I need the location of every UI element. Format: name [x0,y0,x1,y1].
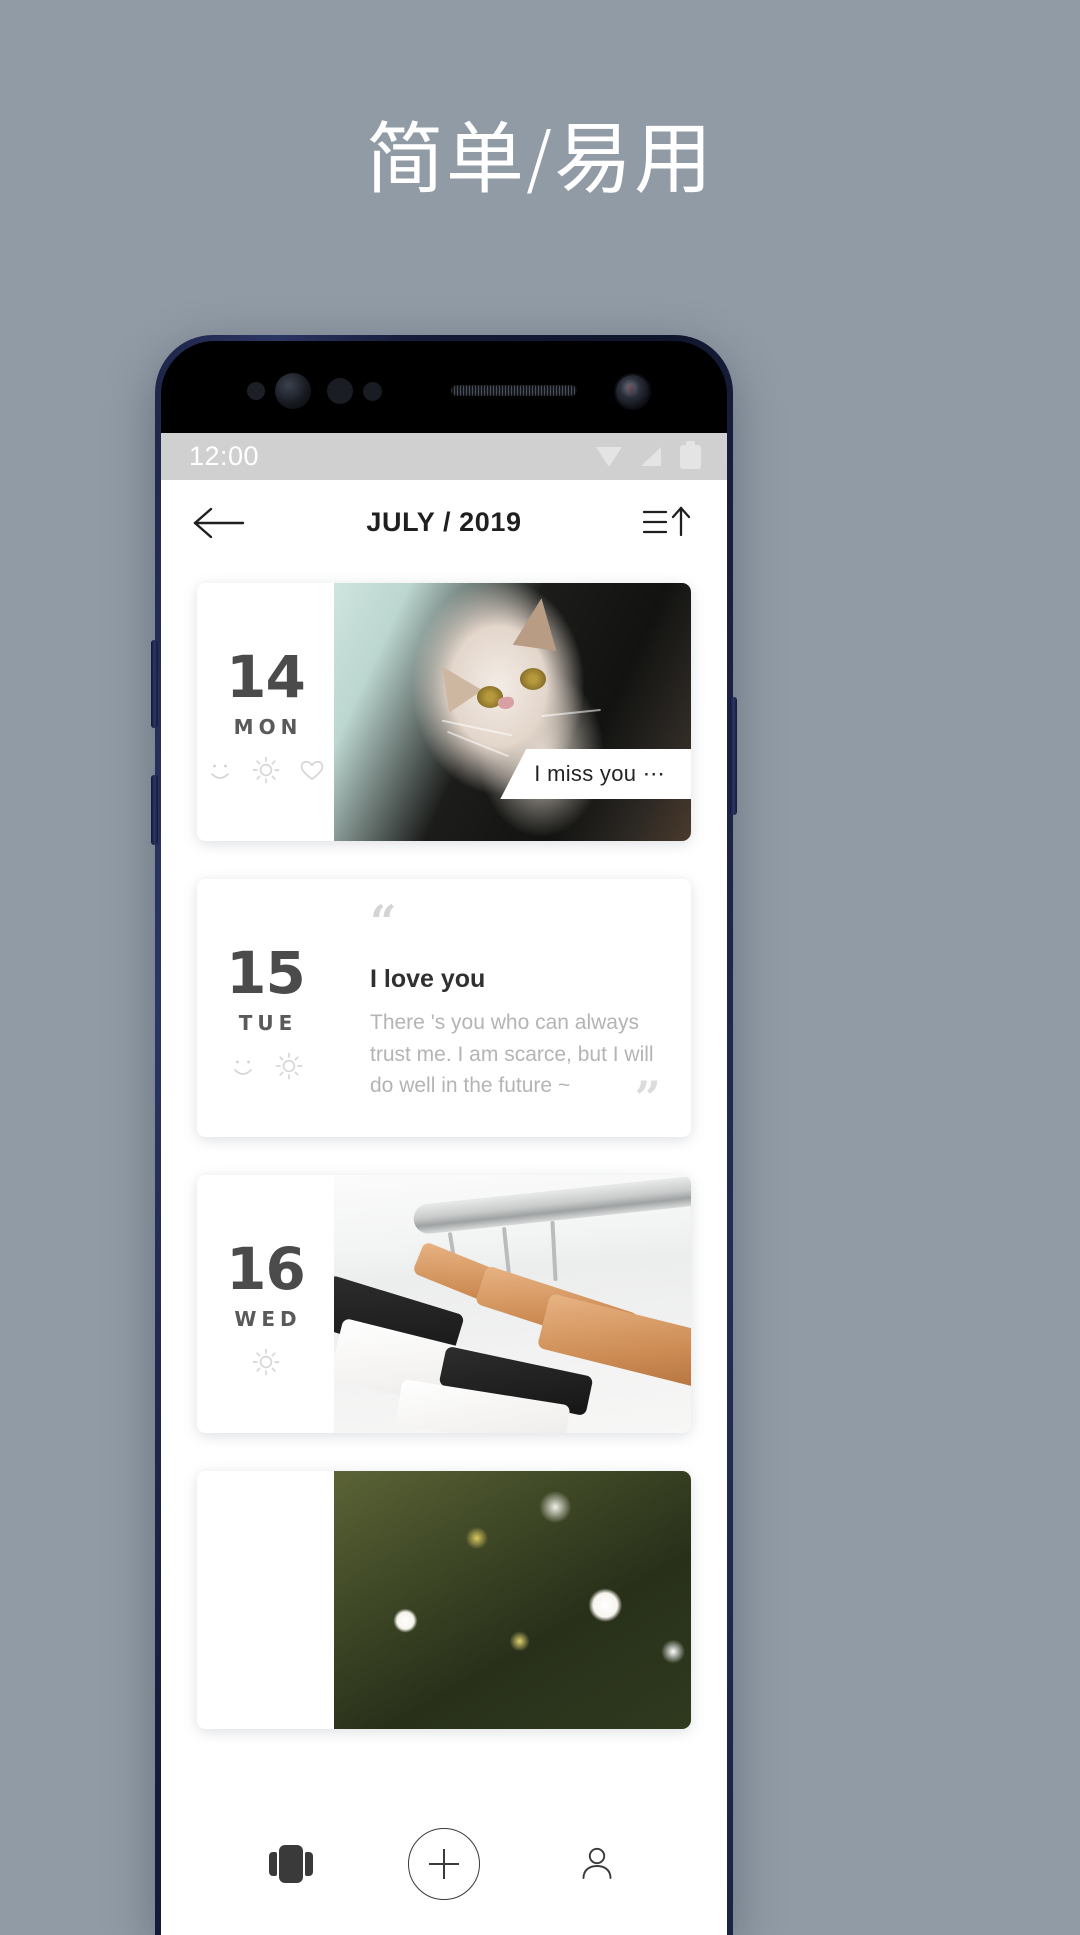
quote-title: I love you [370,964,486,993]
cat-eye-right-shape [519,668,546,691]
cat-whisker-shape [446,730,509,758]
entry-date-panel: 16 WED [197,1175,334,1433]
entry-media-quote[interactable]: “ I love you There 's you who can always… [334,879,691,1137]
proximity-sensor-icon [247,382,265,400]
entry-weekday: WED [234,1307,302,1332]
signal-icon [641,447,661,466]
entry-mood-row [197,1051,334,1081]
volume-down-button[interactable] [151,775,158,845]
front-camera-icon [616,375,649,408]
smiley-icon[interactable] [205,755,235,785]
hanger-hook-shape [550,1221,558,1282]
led-indicator-icon [363,382,382,401]
sort-ascending-icon[interactable] [641,501,693,545]
diary-entry-card[interactable] [197,1471,691,1729]
promo-headline: 简单/易用 [365,115,715,205]
diary-entry-card[interactable]: 16 WED [197,1175,691,1433]
earpiece-speaker-icon [451,385,577,396]
entry-media-photo[interactable]: I miss you ⋯ [334,583,691,841]
entry-photo-caption: I miss you ⋯ [500,749,691,799]
person-icon [582,1847,612,1879]
volume-up-button[interactable] [151,640,158,728]
phone-top-bezel [161,341,727,433]
entry-mood-row [197,1347,334,1377]
cat-photo [334,583,691,841]
phone-device-frame: 12:00 JULY / 2019 14 MON I miss you ⋯ 15… [151,335,737,1935]
sun-icon[interactable] [251,755,281,785]
bottom-navigation-bar [161,1807,727,1935]
phone-screen: 12:00 JULY / 2019 14 MON I miss you ⋯ 15… [161,433,727,1935]
entry-media-photo[interactable] [334,1471,691,1729]
quote-block: “ I love you There 's you who can always… [334,879,691,1137]
entry-date-panel: 14 MON [197,583,334,841]
wifi-icon [596,446,622,467]
app-header: JULY / 2019 [161,480,727,565]
nav-add-entry-button[interactable] [408,1828,480,1900]
entry-media-photo[interactable] [334,1175,691,1433]
entry-day-number: 14 [226,643,306,711]
back-arrow-icon[interactable] [191,503,249,543]
entry-day-number: 15 [226,939,306,1007]
cat-ear-right-shape [512,595,564,652]
phone-screen-bezel: 12:00 JULY / 2019 14 MON I miss you ⋯ 15… [161,341,727,1935]
light-sensor-icon [327,378,353,404]
entry-day-number: 16 [226,1235,306,1303]
heart-icon[interactable] [297,755,327,785]
diary-entry-card[interactable]: 14 MON I miss you ⋯ [197,583,691,841]
daisy-flowers-photo [334,1471,691,1729]
smiley-icon[interactable] [228,1051,258,1081]
cat-ear-left-shape [425,655,483,713]
clothes-rack-photo [334,1175,691,1433]
diary-entry-list[interactable]: 14 MON I miss you ⋯ 15 TUE “ I love you … [161,565,727,1807]
cat-nose-shape [497,695,515,710]
nav-cards-button[interactable] [268,1841,314,1887]
battery-icon [680,440,701,469]
nav-profile-button[interactable] [574,1841,620,1887]
cat-whisker-shape [541,708,601,718]
power-button[interactable] [730,697,737,815]
status-bar-time: 12:00 [189,441,260,471]
sun-icon[interactable] [251,1347,281,1377]
quote-text: There 's you who can always trust me. I … [370,1010,654,1098]
entry-weekday: TUE [238,1011,298,1036]
iris-scanner-icon [275,373,311,409]
quote-close-mark: ” [634,1071,661,1125]
entry-mood-row [197,755,334,785]
quote-open-mark: “ [370,895,397,949]
entry-weekday: MON [233,715,303,740]
status-bar-icons [596,440,701,469]
entry-date-panel [197,1471,334,1729]
sun-icon[interactable] [274,1051,304,1081]
diary-entry-card[interactable]: 15 TUE “ I love you There 's you who can… [197,879,691,1137]
add-circle-icon [408,1828,480,1900]
status-bar: 12:00 [161,433,727,480]
cards-icon [268,1841,314,1887]
entry-date-panel: 15 TUE [197,879,334,1137]
